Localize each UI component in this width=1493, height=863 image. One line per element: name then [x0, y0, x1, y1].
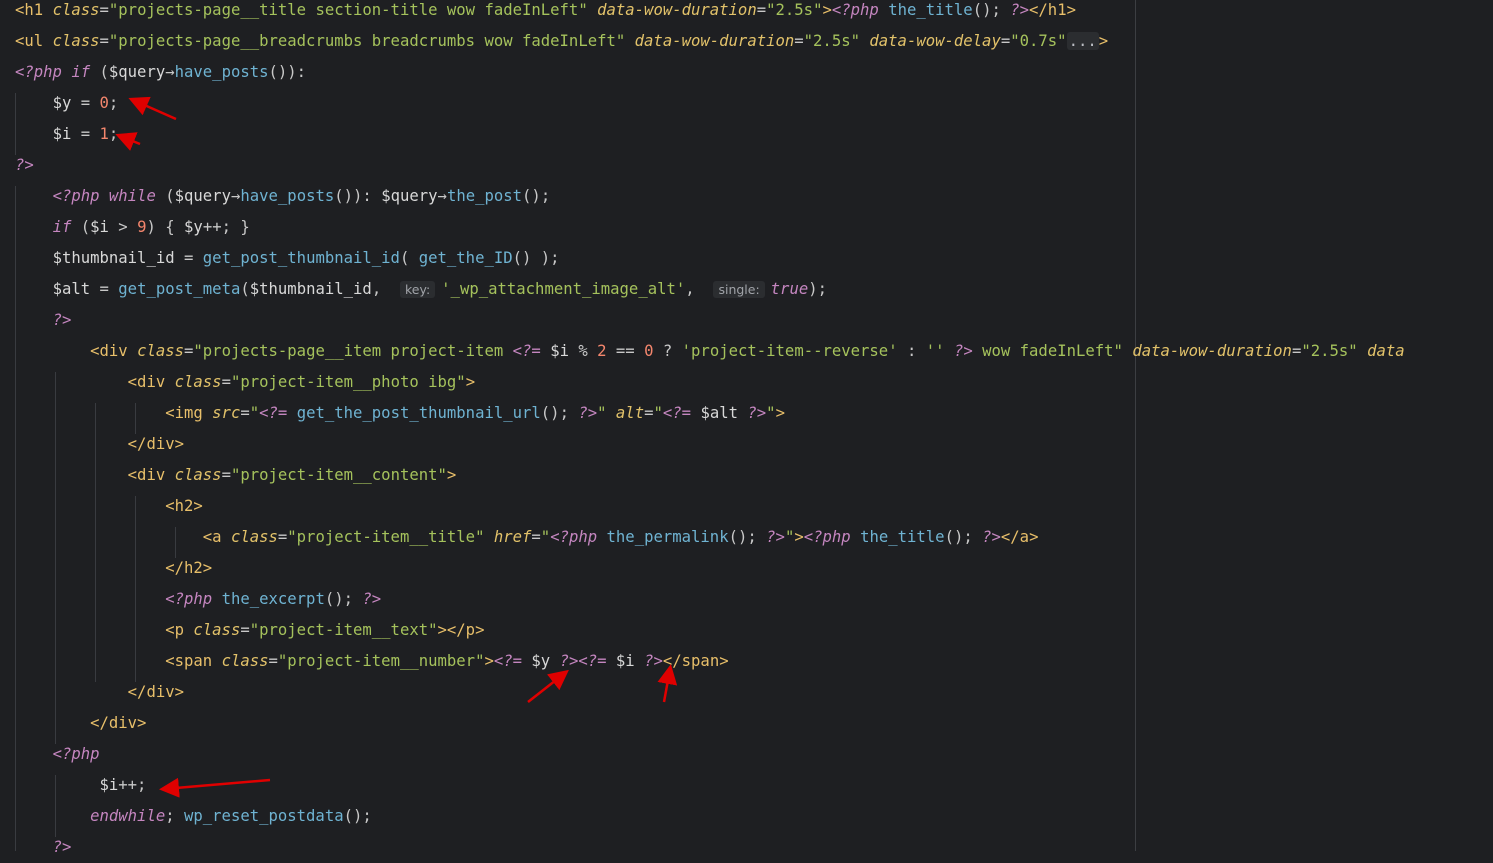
arrow-y-assign	[128, 96, 177, 121]
code-editor[interactable]: <h1 class="projects-page__title section-…	[0, 0, 1493, 856]
code-line[interactable]: <h2>	[0, 491, 203, 522]
code-line[interactable]: <?php	[0, 739, 100, 770]
code-line[interactable]: <span class="project-item__number"><?= $…	[0, 646, 728, 677]
param-hint-single: single:	[713, 281, 765, 298]
code-line[interactable]: ?>	[0, 305, 72, 336]
code-line[interactable]: <?php if ($query→have_posts()):	[0, 57, 306, 88]
code-line[interactable]: $i++;	[0, 770, 147, 801]
code-line[interactable]: <h1 class="projects-page__title section-…	[0, 0, 1076, 26]
code-line[interactable]: endwhile; wp_reset_postdata();	[0, 801, 372, 832]
code-line[interactable]: $thumbnail_id = get_post_thumbnail_id( g…	[0, 243, 560, 274]
code-line[interactable]: </h2>	[0, 553, 212, 584]
arrow-y-output	[527, 669, 569, 703]
right-margin-guide	[1135, 0, 1136, 851]
code-line[interactable]: <div class="projects-page__item project-…	[0, 336, 1405, 367]
code-line[interactable]: <?php while ($query→have_posts()): $quer…	[0, 181, 551, 212]
fold-marker[interactable]: ...	[1066, 32, 1099, 50]
code-line[interactable]: </div>	[0, 677, 184, 708]
arrow-i-increment	[159, 777, 271, 798]
code-line[interactable]: $y = 0;	[0, 88, 119, 119]
code-line[interactable]: <img src="<?= get_the_post_thumbnail_url…	[0, 398, 785, 429]
code-line[interactable]: </div>	[0, 708, 146, 739]
arrow-i-assign	[115, 132, 141, 151]
code-line[interactable]: <ul class="projects-page__breadcrumbs br…	[0, 26, 1108, 57]
code-line[interactable]: <?php the_excerpt(); ?>	[0, 584, 381, 615]
code-line[interactable]: <p class="project-item__text"></p>	[0, 615, 484, 646]
code-line[interactable]: </div>	[0, 429, 184, 460]
code-line[interactable]: <a class="project-item__title" href="<?p…	[0, 522, 1039, 553]
code-line[interactable]: $i = 1;	[0, 119, 119, 150]
code-line[interactable]: <div class="project-item__content">	[0, 460, 457, 491]
code-line[interactable]: ?>	[0, 150, 34, 181]
code-line[interactable]: if ($i > 9) { $y++; }	[0, 212, 250, 243]
code-line[interactable]: $alt = get_post_meta($thumbnail_id, key:…	[0, 274, 827, 305]
code-line[interactable]: ?>	[0, 832, 72, 863]
param-hint-key: key:	[399, 281, 436, 298]
code-line[interactable]: <div class="project-item__photo ibg">	[0, 367, 475, 398]
